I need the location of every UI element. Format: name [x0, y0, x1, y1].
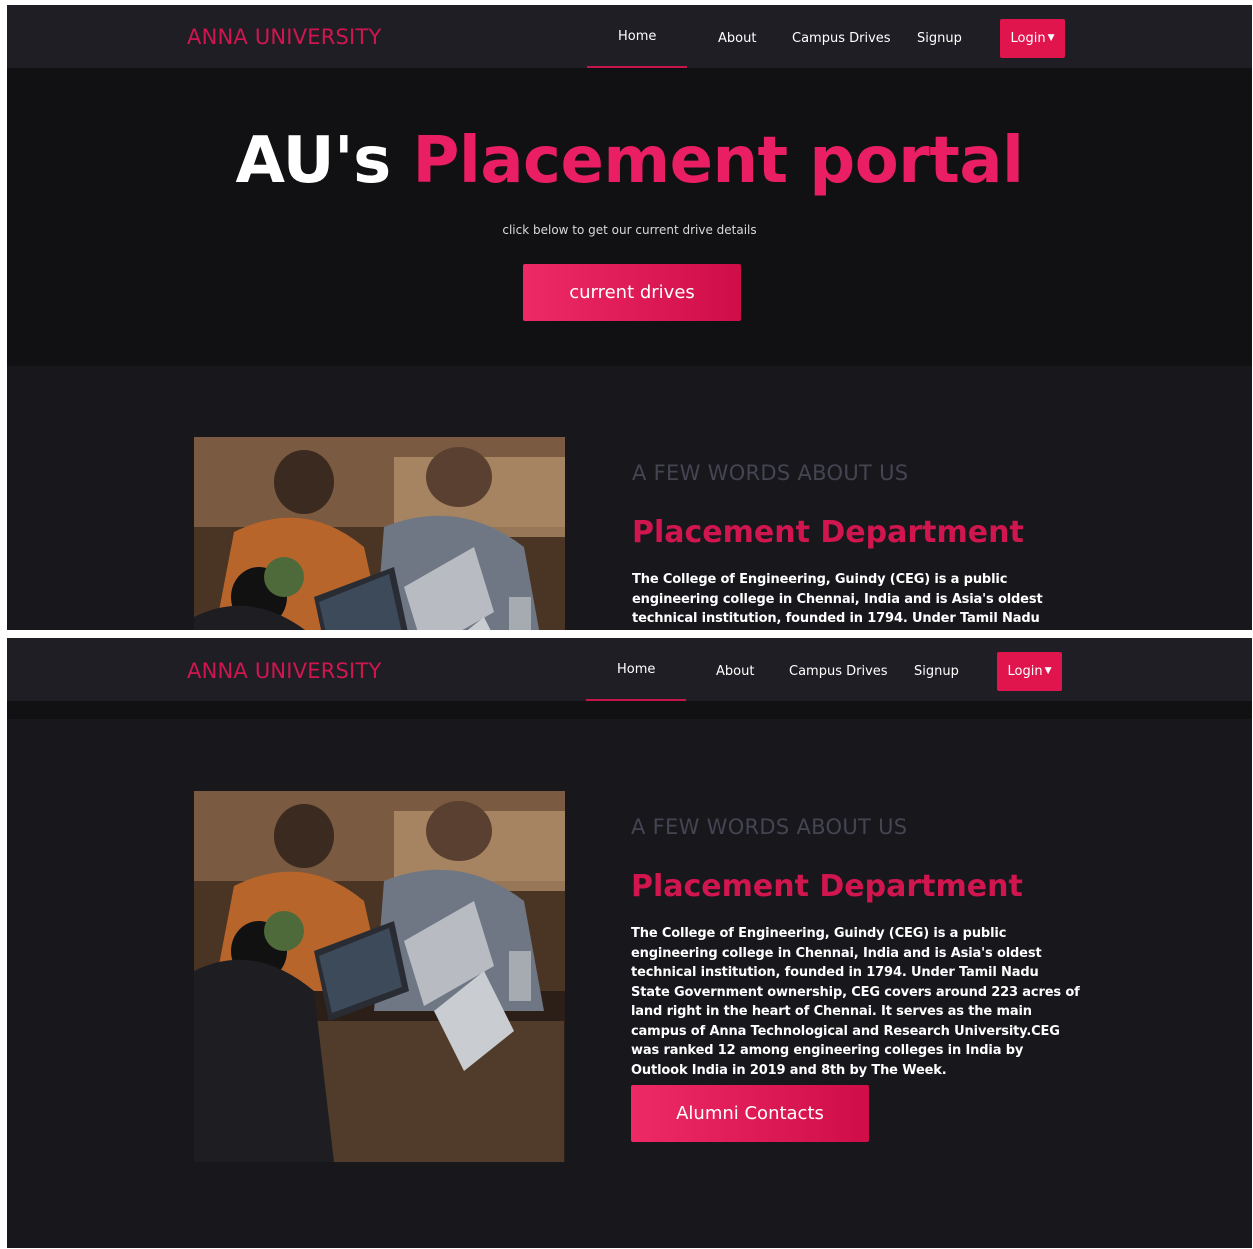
about-text: The College of Engineering, Guindy (CEG)… [631, 926, 1080, 1078]
students-photo [194, 791, 565, 1162]
login-dropdown-button[interactable]: Login ▼ [997, 652, 1062, 691]
screenshot-top: ANNA UNIVERSITY Home About Campus Drives… [7, 5, 1252, 630]
nav-signup[interactable]: Signup [914, 664, 959, 679]
hero-title-white: AU's [235, 124, 413, 198]
hero-subtitle: click below to get our current drive det… [502, 223, 757, 237]
nav-home[interactable]: Home [617, 662, 655, 677]
nav-campus-drives[interactable]: Campus Drives [792, 31, 891, 46]
about-text: The College of Engineering, Guindy (CEG)… [632, 572, 1043, 626]
hero-title-accent: Placement portal [412, 124, 1024, 198]
screenshot-bottom: ANNA UNIVERSITY Home About Campus Drives… [7, 638, 1252, 1248]
hero-section-edge [7, 701, 1252, 719]
navbar: ANNA UNIVERSITY Home About Campus Drives… [7, 5, 1252, 68]
brand-logo[interactable]: ANNA UNIVERSITY [187, 25, 382, 49]
nav-about[interactable]: About [716, 664, 754, 679]
login-label: Login [1007, 664, 1043, 679]
hero-title: AU's Placement portal [7, 124, 1252, 198]
nav-signup[interactable]: Signup [917, 31, 962, 46]
nav-about[interactable]: About [718, 31, 756, 46]
login-dropdown-button[interactable]: Login ▼ [1000, 19, 1065, 58]
hero-section: AU's Placement portal click below to get… [7, 68, 1252, 366]
caret-down-icon: ▼ [1047, 33, 1055, 43]
students-photo-image [194, 437, 565, 630]
about-eyebrow: A FEW WORDS ABOUT US [631, 815, 908, 839]
current-drives-button[interactable]: current drives [523, 264, 741, 321]
about-eyebrow: A FEW WORDS ABOUT US [632, 461, 909, 485]
alumni-contacts-button[interactable]: Alumni Contacts [631, 1085, 869, 1142]
navbar: ANNA UNIVERSITY Home About Campus Drives… [7, 638, 1252, 701]
students-photo-image [194, 791, 565, 1162]
students-photo [194, 437, 565, 630]
nav-campus-drives[interactable]: Campus Drives [789, 664, 888, 679]
about-title: Placement Department [632, 515, 1024, 550]
login-label: Login [1010, 31, 1046, 46]
nav-home[interactable]: Home [618, 29, 656, 44]
about-title: Placement Department [631, 869, 1023, 904]
caret-down-icon: ▼ [1044, 666, 1052, 676]
brand-logo[interactable]: ANNA UNIVERSITY [187, 659, 382, 683]
